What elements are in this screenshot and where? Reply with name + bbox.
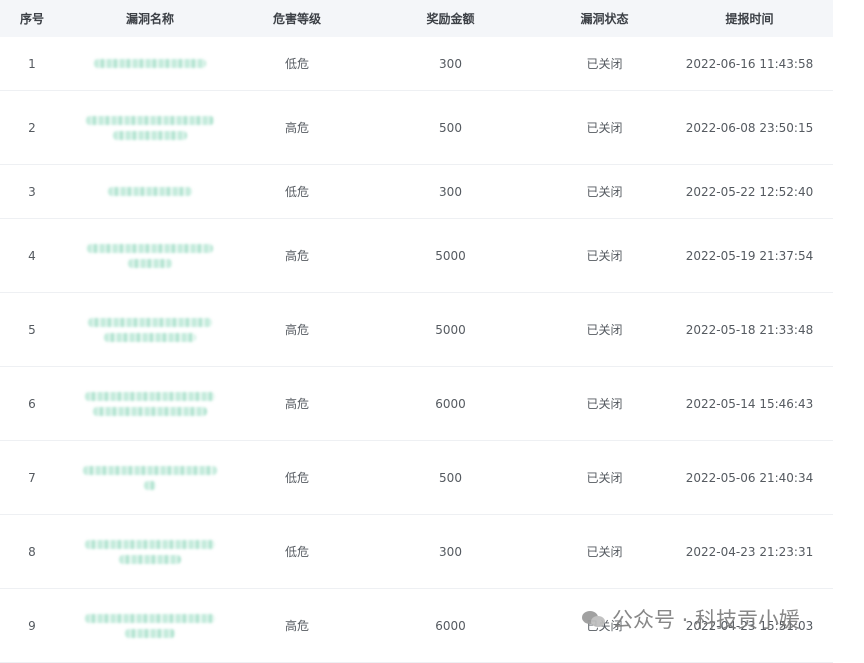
row-level: 高危 [284, 249, 309, 263]
row-time: 2022-05-06 21:40:34 [685, 470, 814, 485]
table-row[interactable]: 5 高危 5000 已关闭 2022-05-18 21:33:48 [0, 293, 833, 367]
table-row[interactable]: 8 低危 300 已关闭 2022-04-23 21:23:31 [0, 515, 833, 589]
row-amount: 5000 [435, 248, 466, 263]
row-level: 高危 [284, 323, 309, 337]
row-time: 2022-05-22 12:52:40 [685, 184, 814, 199]
row-status: 已关闭 [586, 185, 623, 199]
row-amount: 6000 [435, 618, 466, 633]
table-row[interactable]: 7 低危 500 已关闭 2022-05-06 21:40:34 [0, 441, 833, 515]
header-time: 提报时间 [725, 12, 774, 26]
row-index: 5 [28, 322, 36, 337]
row-status: 已关闭 [586, 471, 623, 485]
row-status: 已关闭 [586, 545, 623, 559]
row-amount: 300 [439, 56, 462, 71]
row-index: 1 [28, 56, 36, 71]
row-name-redacted [64, 613, 236, 638]
row-time: 2022-05-18 21:33:48 [685, 322, 814, 337]
row-index: 6 [28, 396, 36, 411]
row-level: 低危 [284, 185, 309, 199]
watermark-text: 公众号 · 科技贡小媛 [612, 608, 801, 632]
row-name-redacted [64, 539, 236, 564]
row-amount: 500 [439, 470, 462, 485]
row-time: 2022-06-16 11:43:58 [685, 56, 814, 71]
row-amount: 5000 [435, 322, 466, 337]
row-index: 4 [28, 248, 36, 263]
row-level: 高危 [284, 121, 309, 135]
row-name-redacted [64, 391, 236, 416]
row-time: 2022-05-14 15:46:43 [685, 396, 814, 411]
row-index: 2 [28, 120, 36, 135]
table-row[interactable]: 4 高危 5000 已关闭 2022-05-19 21:37:54 [0, 219, 833, 293]
table-row[interactable]: 2 高危 500 已关闭 2022-06-08 23:50:15 [0, 91, 833, 165]
row-time: 2022-06-08 23:50:15 [685, 120, 814, 135]
row-level: 高危 [284, 619, 309, 633]
row-status: 已关闭 [586, 323, 623, 337]
row-level: 低危 [284, 545, 309, 559]
row-amount: 500 [439, 120, 462, 135]
row-name-redacted [64, 115, 236, 140]
row-name-redacted [64, 59, 236, 68]
header-index: 序号 [19, 12, 44, 26]
header-name: 漏洞名称 [125, 12, 174, 26]
wechat-logo-icon [582, 609, 606, 629]
row-status: 已关闭 [586, 121, 623, 135]
row-status: 已关闭 [586, 249, 623, 263]
row-name-redacted [64, 243, 236, 268]
row-index: 3 [28, 184, 36, 199]
row-time: 2022-04-23 21:23:31 [685, 544, 814, 559]
row-status: 已关闭 [586, 57, 623, 71]
header-status: 漏洞状态 [580, 12, 629, 26]
row-amount: 300 [439, 184, 462, 199]
row-index: 9 [28, 618, 36, 633]
row-level: 低危 [284, 471, 309, 485]
row-name-redacted [64, 187, 236, 196]
row-time: 2022-05-19 21:37:54 [685, 248, 814, 263]
row-level: 高危 [284, 397, 309, 411]
row-index: 8 [28, 544, 36, 559]
row-amount: 300 [439, 544, 462, 559]
row-index: 7 [28, 470, 36, 485]
table-header: 序号 漏洞名称 危害等级 奖励金额 漏洞状态 提报时间 [0, 0, 833, 37]
row-name-redacted [64, 465, 236, 490]
vulnerability-table: 序号 漏洞名称 危害等级 奖励金额 漏洞状态 提报时间 1 低危 300 已关闭… [0, 0, 833, 663]
header-amount: 奖励金额 [426, 12, 475, 26]
watermark: 公众号 · 科技贡小媛 [582, 604, 800, 634]
row-name-redacted [64, 317, 236, 342]
row-amount: 6000 [435, 396, 466, 411]
table-row[interactable]: 3 低危 300 已关闭 2022-05-22 12:52:40 [0, 165, 833, 219]
header-level: 危害等级 [272, 12, 321, 26]
row-status: 已关闭 [586, 397, 623, 411]
table-row[interactable]: 6 高危 6000 已关闭 2022-05-14 15:46:43 [0, 367, 833, 441]
table-row[interactable]: 1 低危 300 已关闭 2022-06-16 11:43:58 [0, 37, 833, 91]
row-level: 低危 [284, 57, 309, 71]
